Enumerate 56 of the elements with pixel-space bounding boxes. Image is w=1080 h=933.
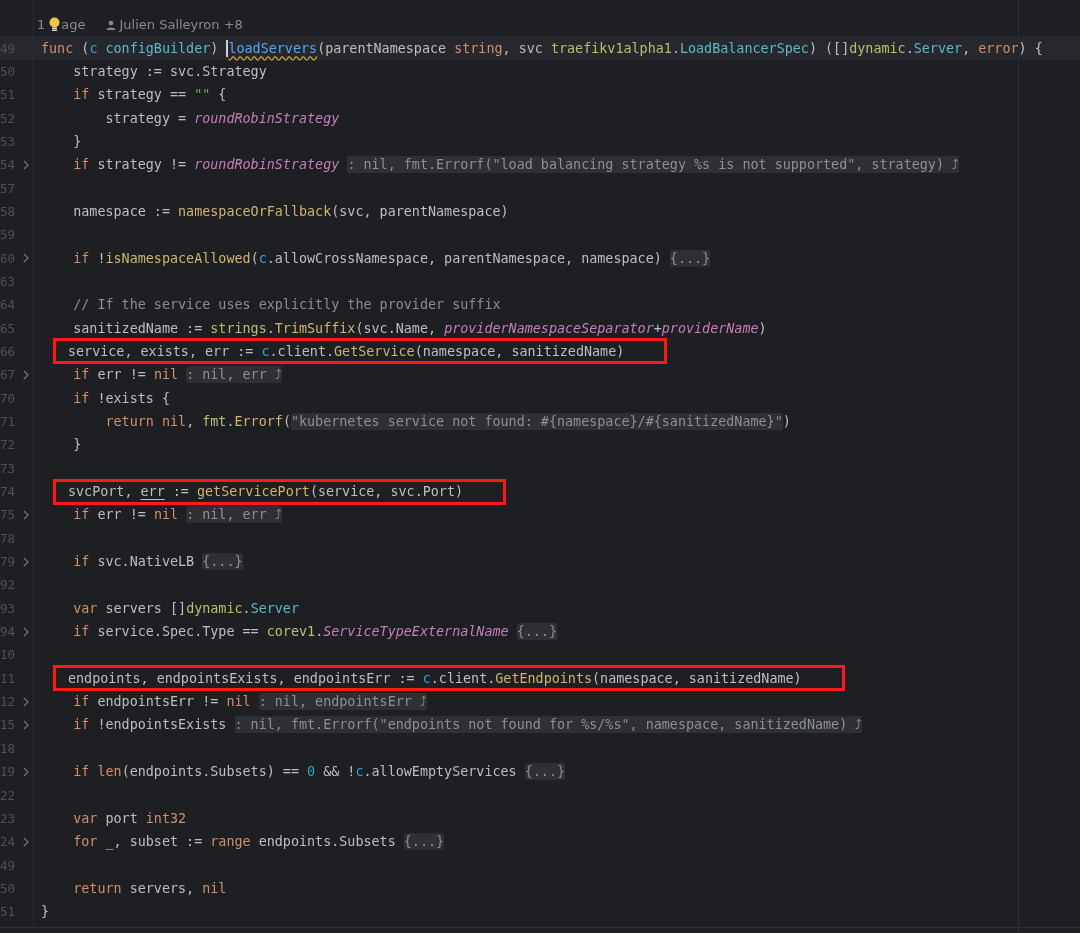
code-text: sanitizedName := strings.TrimSuffix(svc.Name, providerNamespaceSeparator+providerName) [72, 320, 767, 336]
code-text: if !isNamespaceAllowed(c.allowCrossNamespace, parentNamespace, namespace) [72, 250, 663, 266]
code-text: for _, subset := range endpoints.Subsets [72, 834, 397, 850]
folded-code[interactable]: : nil, err ⤴ [186, 506, 282, 524]
chevron-icon[interactable] [23, 836, 29, 847]
chevron-icon[interactable] [23, 556, 29, 567]
code-text: if len(endpoints.Subsets) == 0 && !c.allowEmptyServices [72, 764, 518, 780]
code-text: } [72, 437, 82, 453]
code-text: if err != nil [72, 367, 180, 383]
code-text: if strategy != roundRobinStrategy [72, 157, 341, 173]
code-text: strategy := svc.Strategy [72, 63, 267, 79]
code-text: return servers, nil [72, 880, 227, 896]
code-text: service, exists, err := c.client.GetService(namespace, sanitizedName) [68, 344, 625, 359]
lightbulb-icon[interactable] [49, 16, 61, 33]
folded-code[interactable]: : nil, endpointsErr ⤴ [258, 693, 427, 711]
chevron-icon[interactable] [23, 369, 29, 380]
usage-count[interactable]: 1 [37, 17, 46, 33]
code-text: namespace := namespaceOrFallback(svc, parentNamespace) [72, 203, 509, 219]
code-text: ) [782, 414, 791, 429]
chevron-icon[interactable] [23, 766, 29, 777]
code-text: // If the service uses explicitly the provider suffix [72, 297, 501, 313]
folded-code[interactable]: {...} [516, 623, 557, 641]
folded-code[interactable]: : nil, err ⤴ [186, 366, 282, 384]
folded-code[interactable]: {...} [403, 833, 445, 851]
code-text: var port int32 [72, 810, 187, 826]
code-text: if service.Spec.Type == corev1.ServiceTypeExternalName [72, 624, 510, 640]
code-text: if !endpointsExists [72, 717, 228, 733]
usage-label[interactable]: age [61, 17, 86, 33]
chevron-icon[interactable] [23, 509, 29, 520]
chevron-icon[interactable] [23, 159, 29, 170]
folded-code[interactable]: {...} [669, 249, 711, 267]
folded-code[interactable]: "kubernetes service not found: #{namespace}/#{sanitizedName}" [290, 413, 783, 430]
chevron-icon[interactable] [23, 696, 29, 707]
code-text: func (c configBuilder) [41, 40, 220, 56]
folded-code[interactable]: : nil, fmt.Errorf("load balancing strategy %s is not supported", strategy) ⤴ [347, 156, 959, 174]
author-info[interactable]: Julien Salleyron +8 [119, 17, 243, 33]
person-icon [105, 19, 116, 30]
code-text: } [72, 133, 82, 149]
code-text: if endpointsErr != nil [72, 694, 252, 710]
code-text: if err != nil [72, 507, 180, 523]
folded-code[interactable]: : nil, fmt.Errorf("endpoints not found for %s/%s", namespace, sanitizedName) ⤴ [234, 716, 863, 734]
chevron-icon[interactable] [23, 626, 29, 637]
chevron-icon[interactable] [23, 253, 29, 264]
code-text: endpoints, endpointsExists, endpointsErr := c.client.GetEndpoints(namespace, sanitizedName) [68, 670, 802, 686]
code-text: if !exists { [72, 390, 170, 406]
code-text: if strategy == "" { [72, 87, 227, 103]
chevron-icon[interactable] [23, 720, 29, 730]
folded-code[interactable]: {...} [524, 763, 566, 781]
code-text: } [41, 904, 50, 920]
code-text: return nil, fmt.Errorf( [104, 414, 291, 429]
code-text: if svc.NativeLB [72, 554, 196, 570]
code-text: strategy = roundRobinStrategy [104, 110, 340, 126]
code-text: svcPort, err := getServicePort(service, svc.Port) [68, 484, 464, 500]
code-text: var servers []dynamic.Server [72, 600, 299, 616]
folded-code[interactable]: {...} [202, 553, 243, 571]
code-text: loadServers(parentNamespace string, svc traefikv1alpha1.LoadBalancerSpec) ([]dynamic.Server, error) { [228, 40, 1043, 56]
